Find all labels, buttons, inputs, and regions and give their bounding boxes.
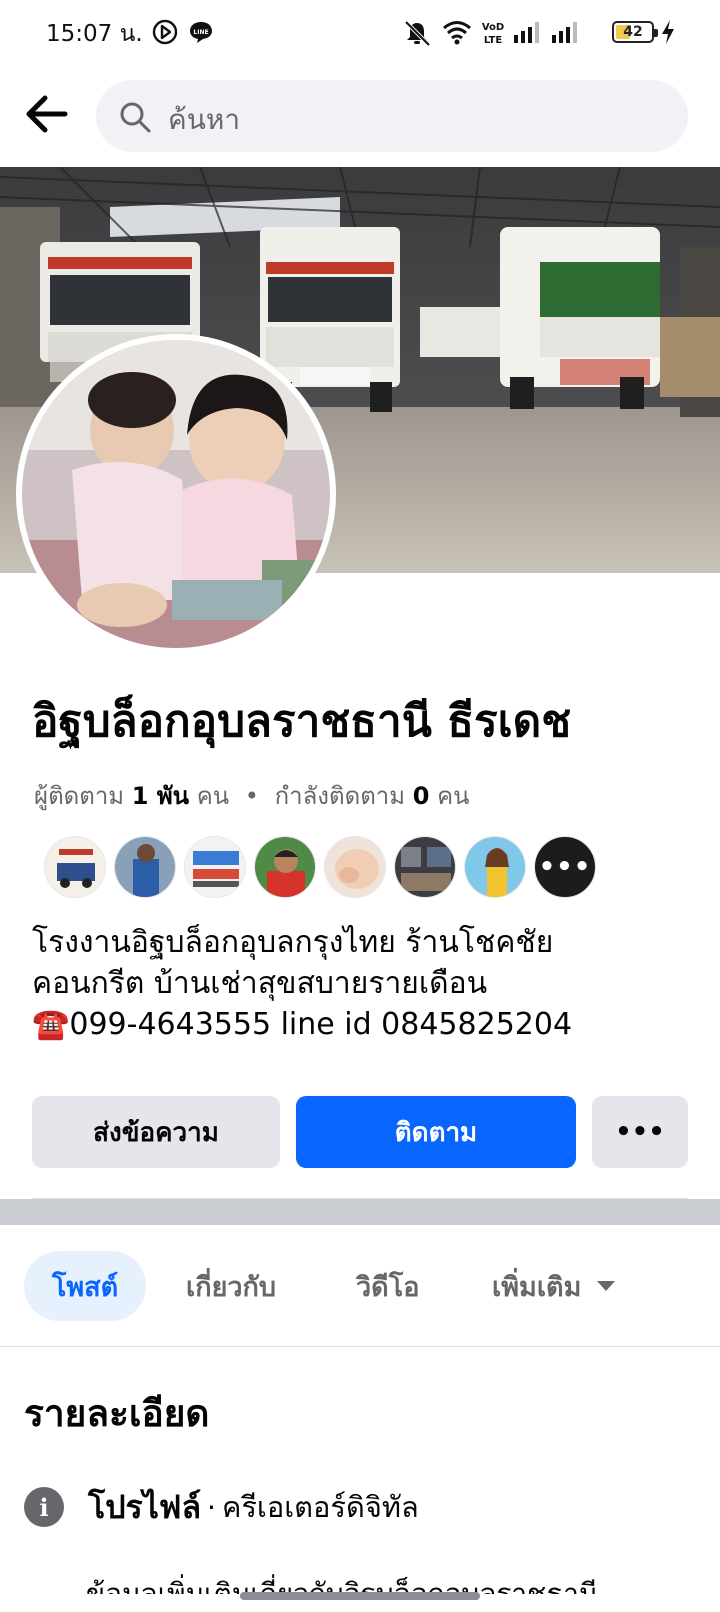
follower-avatar[interactable] <box>464 836 526 898</box>
chevron-down-icon <box>597 1281 616 1291</box>
more-icon: ••• <box>538 852 592 882</box>
signal-icon <box>514 22 539 43</box>
profile-avatar[interactable] <box>16 334 336 654</box>
search-input[interactable]: ค้นหา <box>96 80 688 152</box>
battery-percent: 42 <box>623 24 643 40</box>
detail-label: โปรไฟล์ <box>88 1487 202 1526</box>
top-bar: ค้นหา <box>0 66 720 164</box>
bio-line: คอนกรีต บ้านเช่าสุขสบายรายเดือน <box>32 966 488 1001</box>
follow-stats: ผู้ติดตาม 1 พัน คน • กำลังติดตาม 0 คน <box>34 776 470 815</box>
back-button[interactable] <box>20 88 72 140</box>
svg-text:LTE: LTE <box>484 35 503 46</box>
wifi-icon <box>443 21 471 45</box>
status-time: 15:07 น. <box>46 21 143 47</box>
profile-avatar-image <box>22 340 330 648</box>
followers-unit: คน <box>196 782 230 810</box>
bio-line: ☎️099-4643555 line id 0845825204 <box>32 1007 573 1042</box>
info-icon: i <box>24 1487 64 1527</box>
search-icon <box>120 102 151 133</box>
followers-label: ผู้ติดตาม <box>34 782 125 810</box>
tab-more-label: เพิ่มเติม <box>492 1271 582 1303</box>
following-label: กำลังติดตาม <box>274 782 406 810</box>
follower-avatar[interactable] <box>44 836 106 898</box>
more-followers-button[interactable]: ••• <box>534 836 596 898</box>
follower-avatar[interactable] <box>394 836 456 898</box>
tab-videos[interactable]: วิดีโอ <box>356 1251 419 1321</box>
more-options-button[interactable]: ••• <box>592 1096 688 1168</box>
details-title: รายละเอียด <box>24 1392 210 1435</box>
search-placeholder: ค้นหา <box>168 103 241 136</box>
section-divider <box>0 1199 720 1225</box>
follower-avatars: ••• <box>44 836 644 900</box>
mute-icon <box>404 20 431 47</box>
bio-line: โรงงานอิฐบล็อกอุบลกรุงไทย ร้านโชคชัย <box>32 925 554 960</box>
detail-profile-row: i โปรไฟล์ · ครีเอเตอร์ดิจิทัล <box>24 1484 419 1530</box>
svg-text:VoD: VoD <box>482 22 504 33</box>
stats-separator: • <box>244 782 259 810</box>
signal-icon <box>552 22 577 43</box>
home-indicator[interactable] <box>240 1592 480 1600</box>
back-arrow-icon <box>26 95 68 133</box>
navigation-icon <box>152 19 178 45</box>
following-count[interactable]: 0 <box>413 782 430 810</box>
battery-icon: 42 <box>612 21 658 43</box>
detail-value: ครีเอเตอร์ดิจิทัล <box>221 1490 419 1524</box>
follower-avatar[interactable] <box>324 836 386 898</box>
line-app-icon: LINE <box>190 22 212 43</box>
tab-about[interactable]: เกี่ยวกับ <box>186 1251 276 1321</box>
followers-count[interactable]: 1 พัน <box>132 782 189 810</box>
profile-name: อิฐบล็อกอุบลราชธานี ธีรเดช <box>32 696 572 747</box>
follower-avatar[interactable] <box>184 836 246 898</box>
svg-text:LINE: LINE <box>193 29 208 36</box>
following-unit: คน <box>437 782 470 810</box>
tab-more[interactable]: เพิ่มเติม <box>492 1251 616 1321</box>
profile-tabs: โพสต์ เกี่ยวกับ วิดีโอ เพิ่มเติม <box>0 1225 720 1347</box>
detail-separator: · <box>207 1490 216 1524</box>
follower-avatar[interactable] <box>254 836 316 898</box>
follow-button[interactable]: ติดตาม <box>296 1096 576 1168</box>
volte-icon: VoD LTE <box>482 22 504 46</box>
charging-icon <box>662 20 674 44</box>
battery-cap <box>654 29 658 37</box>
status-bar: 15:07 น. LINE VoD LTE 42 <box>0 0 720 66</box>
more-icon: ••• <box>615 1117 665 1147</box>
profile-bio: โรงงานอิฐบล็อกอุบลกรุงไทย ร้านโชคชัย คอน… <box>32 922 692 1045</box>
follower-avatar[interactable] <box>114 836 176 898</box>
message-button[interactable]: ส่งข้อความ <box>32 1096 280 1168</box>
tab-posts[interactable]: โพสต์ <box>24 1251 146 1321</box>
